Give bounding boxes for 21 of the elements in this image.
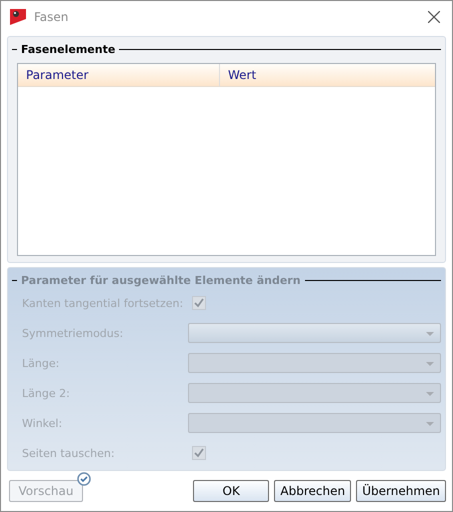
field-label: Kanten tangential fortsetzen: xyxy=(22,296,184,310)
field-label: Länge: xyxy=(22,356,60,370)
app-icon xyxy=(10,8,26,24)
column-header[interactable]: Parameter xyxy=(18,64,220,86)
group-title: Fasenelemente xyxy=(21,42,116,56)
caret-icon xyxy=(426,332,434,336)
dialog-button[interactable]: OK xyxy=(193,480,270,502)
check-badge-icon xyxy=(77,472,91,486)
group-title: Parameter für ausgewählte Elemente ändern xyxy=(21,274,301,286)
caret-icon xyxy=(426,422,434,426)
close-icon[interactable] xyxy=(428,10,440,22)
caret-icon xyxy=(426,392,434,396)
field-label: Winkel: xyxy=(22,416,64,430)
dialog-button[interactable]: Abbrechen xyxy=(274,480,352,502)
field-label: Symmetriemodus: xyxy=(22,326,124,340)
column-header[interactable]: Wert xyxy=(220,64,256,86)
dialog-button[interactable]: Übernehmen xyxy=(356,480,446,502)
field-label: Seiten tauschen: xyxy=(22,446,116,460)
field-label: Länge 2: xyxy=(22,386,71,400)
window-title: Fasen xyxy=(34,10,68,24)
caret-icon xyxy=(426,362,434,366)
